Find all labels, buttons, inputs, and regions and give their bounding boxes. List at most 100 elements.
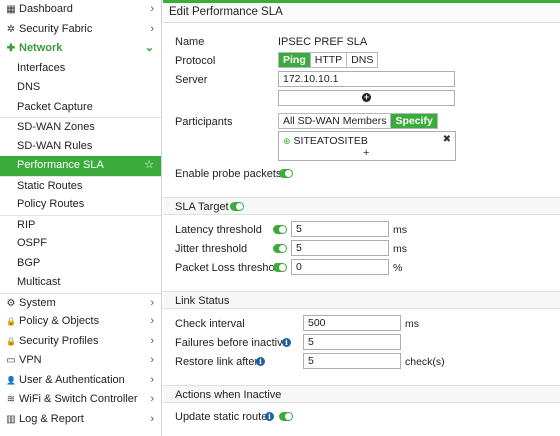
jitter-toggle[interactable] [273, 244, 287, 253]
name-label: Name [175, 36, 205, 48]
sidebar-item-label: Interfaces [17, 61, 66, 74]
add-server-button[interactable]: + [278, 90, 455, 106]
sidebar-item-label: RIP [17, 218, 36, 231]
wifi-icon: ≋ [6, 394, 16, 405]
sidebar-item-label: DNS [17, 81, 41, 93]
sidebar-item-vpn[interactable]: ▭ VPN › [0, 351, 161, 371]
participants-specify-button[interactable]: Specify [391, 114, 437, 128]
info-icon[interactable]: i [265, 412, 274, 421]
sidebar-item-label: VPN [19, 354, 42, 366]
sla-target-title: SLA Target [175, 201, 229, 213]
participant-name: SITEATOSITEB [293, 135, 368, 147]
network-icon: ✚ [6, 43, 16, 54]
info-icon[interactable]: i [282, 338, 291, 347]
star-icon[interactable]: ☆ [144, 156, 154, 176]
latency-toggle[interactable] [273, 225, 287, 234]
packet-loss-input[interactable]: 0 [291, 259, 389, 275]
info-icon[interactable]: i [256, 357, 265, 366]
protocol-ping-button[interactable]: Ping [279, 53, 311, 67]
interface-icon: ⊕ [283, 136, 291, 146]
participants-list: ⊕ SITEATOSITEB ✖ + [278, 131, 456, 161]
lock-icon: 🔒 [6, 317, 16, 326]
packet-loss-toggle[interactable] [273, 263, 287, 272]
sidebar-item-label: BGP [17, 256, 41, 269]
packet-loss-label: Packet Loss threshold [175, 262, 284, 274]
sidebar-item-user-auth[interactable]: 👤 User & Authentication › [0, 371, 161, 391]
packet-loss-unit: % [393, 262, 403, 274]
sidebar-item-label: User & Authentication [19, 373, 125, 386]
sidebar-item-interfaces[interactable]: Interfaces [0, 59, 161, 79]
sidebar-item-network[interactable]: ✚ Network ⌄ [0, 39, 161, 59]
chevron-right-icon: › [150, 334, 154, 347]
sidebar-item-security-profiles[interactable]: 🔒 Security Profiles › [0, 332, 161, 352]
participants-label: Participants [175, 116, 233, 128]
server-label: Server [175, 74, 208, 86]
sidebar-item-label: Security Fabric [19, 22, 93, 35]
sidebar-item-security-fabric[interactable]: ✲ Security Fabric › [0, 20, 161, 40]
shield-icon: 🔒 [6, 336, 16, 346]
gear-icon: ⚙ [6, 297, 16, 309]
dashboard-icon: ▦ [6, 4, 16, 15]
chevron-right-icon: › [150, 412, 154, 425]
sla-target-toggle[interactable] [230, 202, 244, 211]
sidebar-item-system[interactable]: ⚙ System › [0, 292, 161, 313]
server-input[interactable]: 172.10.10.1 [278, 71, 455, 87]
remove-participant-icon[interactable]: ✖ [443, 134, 451, 145]
protocol-selector: Ping HTTP DNS [278, 52, 379, 68]
add-participant-icon[interactable]: + [363, 147, 369, 159]
enable-probe-label: Enable probe packets [175, 168, 282, 180]
sidebar-item-ospf[interactable]: OSPF [0, 234, 161, 254]
sidebar-item-label: Log & Report [19, 412, 84, 425]
sidebar-item-dns[interactable]: DNS [0, 78, 161, 98]
sidebar-item-label: Security Profiles [19, 334, 99, 347]
jitter-input[interactable]: 5 [291, 240, 389, 256]
latency-input[interactable]: 5 [291, 221, 389, 237]
check-interval-label: Check interval [175, 318, 245, 330]
sidebar-item-label: Performance SLA [17, 159, 104, 171]
sidebar-item-label: Policy Routes [17, 198, 85, 210]
update-static-route-toggle[interactable] [279, 412, 293, 421]
update-static-route-label: Update static route [175, 411, 268, 423]
protocol-dns-button[interactable]: DNS [347, 53, 378, 67]
participant-entry: ⊕ SITEATOSITEB [283, 135, 368, 147]
participants-all-button[interactable]: All SD-WAN Members [279, 114, 392, 128]
check-interval-input[interactable]: 500 [303, 315, 401, 331]
sidebar-item-performance-sla[interactable]: Performance SLA ☆ [0, 156, 161, 176]
jitter-label: Jitter threshold [175, 243, 248, 255]
check-interval-unit: ms [405, 318, 419, 330]
sidebar-item-multicast[interactable]: Multicast [0, 273, 161, 293]
restore-input[interactable]: 5 [303, 353, 401, 369]
sidebar-item-policy-routes[interactable]: Policy Routes [0, 195, 161, 215]
sidebar-item-bgp[interactable]: BGP [0, 254, 161, 274]
chevron-right-icon: › [150, 3, 154, 15]
sidebar-item-sdwan-zones[interactable]: SD-WAN Zones [0, 117, 161, 137]
name-value: IPSEC PREF SLA [278, 36, 368, 48]
plus-icon: + [362, 92, 371, 102]
sidebar-item-policy-objects[interactable]: 🔒 Policy & Objects › [0, 312, 161, 332]
sidebar-item-static-routes[interactable]: Static Routes [0, 175, 161, 196]
participants-selector: All SD-WAN Members Specify [278, 113, 438, 129]
edit-sla-panel: Edit Performance SLA Name IPSEC PREF SLA… [163, 0, 560, 436]
sidebar-item-packet-capture[interactable]: Packet Capture [0, 98, 161, 118]
sidebar: ▦ Dashboard › ✲ Security Fabric › ✚ Network ⌄ … [0, 0, 162, 436]
sidebar-item-label: Static Routes [17, 179, 83, 192]
user-icon: 👤 [6, 375, 16, 385]
sla-target-header: SLA Target [163, 197, 560, 215]
chevron-right-icon: › [150, 22, 154, 35]
sidebar-item-label: Network [19, 42, 63, 54]
protocol-http-button[interactable]: HTTP [310, 53, 348, 67]
enable-probe-toggle[interactable] [279, 169, 293, 178]
sidebar-item-label: SD-WAN Rules [17, 139, 93, 152]
sidebar-item-sdwan-rules[interactable]: SD-WAN Rules [0, 137, 161, 157]
sidebar-item-label: WiFi & Switch Controller [19, 393, 138, 405]
sidebar-item-log-report[interactable]: ▥ Log & Report › [0, 410, 161, 430]
chevron-right-icon: › [150, 296, 154, 309]
actions-header: Actions when Inactive [163, 385, 560, 403]
sidebar-item-rip[interactable]: RIP [0, 214, 161, 235]
fabric-icon: ✲ [6, 23, 16, 35]
sidebar-item-dashboard[interactable]: ▦ Dashboard › [0, 0, 161, 20]
sidebar-item-label: OSPF [17, 237, 47, 249]
failures-input[interactable]: 5 [303, 334, 401, 350]
sidebar-item-wifi-switch[interactable]: ≋ WiFi & Switch Controller › [0, 390, 161, 410]
chart-icon: ▥ [6, 413, 16, 425]
